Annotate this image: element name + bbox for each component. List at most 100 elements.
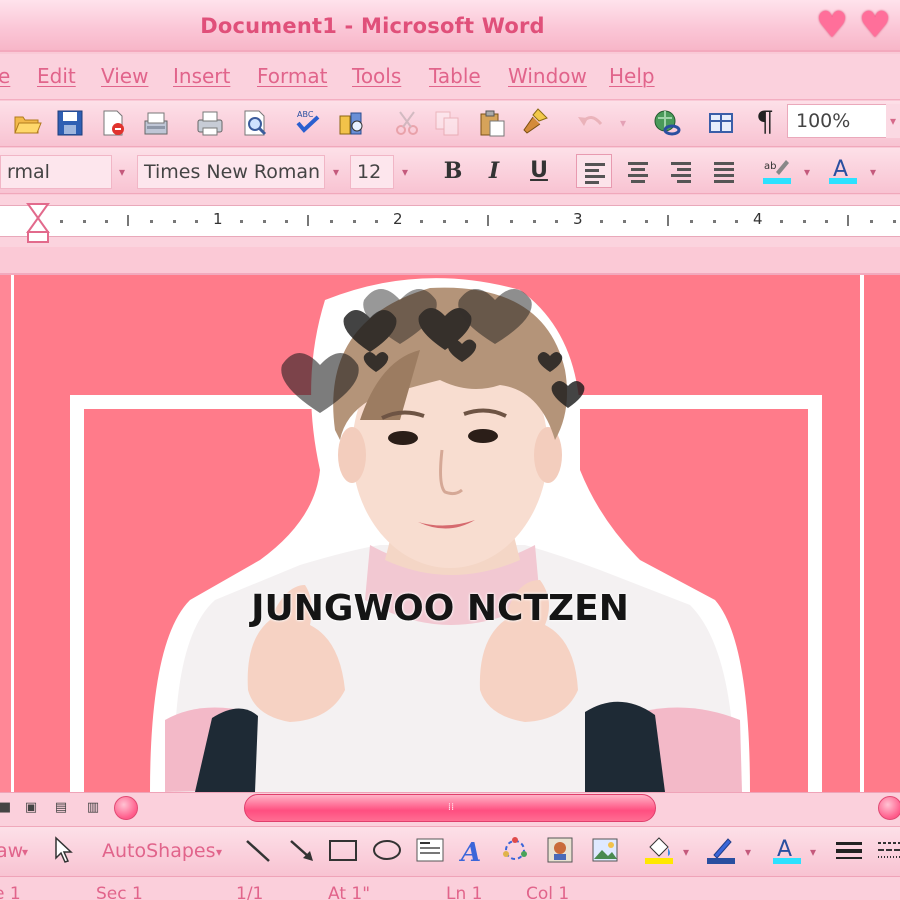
normal-view-icon[interactable]: ■ xyxy=(0,797,16,819)
menu-table[interactable]: Table xyxy=(429,64,481,88)
chevron-down-icon[interactable]: ▾ xyxy=(797,155,817,189)
chevron-down-icon[interactable]: ▾ xyxy=(863,155,883,189)
oval-icon[interactable] xyxy=(372,835,402,865)
reading-layout-icon[interactable]: ▥ xyxy=(82,797,104,819)
line-color-icon[interactable] xyxy=(706,835,736,865)
autoshapes-menu[interactable]: AutoShapes xyxy=(102,840,216,862)
format-painter-icon[interactable] xyxy=(520,106,550,136)
font-color-icon[interactable]: A xyxy=(772,835,802,865)
align-right-button[interactable] xyxy=(663,154,699,188)
paste-icon[interactable] xyxy=(477,108,507,138)
overlay-caption: JUNGWOO NCTZEN xyxy=(251,588,629,629)
chevron-down-icon[interactable]: ▾ xyxy=(810,845,816,859)
ruler[interactable] xyxy=(0,205,900,237)
ruler-label: 4 xyxy=(753,210,763,228)
ruler-dot xyxy=(533,220,536,223)
svg-text:ABC: ABC xyxy=(297,110,314,119)
pilcrow-icon[interactable]: ¶ xyxy=(750,104,780,138)
undo-icon[interactable] xyxy=(575,108,605,138)
chevron-down-icon[interactable]: ▾ xyxy=(395,155,415,189)
select-objects-icon[interactable] xyxy=(50,835,80,865)
line-style-icon[interactable] xyxy=(834,835,864,865)
ruler-dot xyxy=(645,220,648,223)
chevron-down-icon[interactable]: ▾ xyxy=(745,845,751,859)
scroll-right-button[interactable] xyxy=(878,796,900,820)
highlight-icon[interactable]: ab xyxy=(762,156,792,186)
fill-color-icon[interactable] xyxy=(644,835,674,865)
ruler-dot xyxy=(60,220,63,223)
wordart-icon[interactable]: A xyxy=(458,835,488,868)
justify-button[interactable] xyxy=(706,154,742,188)
menu-file[interactable]: e xyxy=(0,64,10,88)
menu-tools[interactable]: Tools xyxy=(352,64,401,88)
menu-edit[interactable]: Edit xyxy=(37,64,76,88)
print-preview-icon[interactable] xyxy=(240,108,270,138)
ruler-dot xyxy=(173,220,176,223)
save-icon[interactable] xyxy=(55,108,85,138)
heart-icon[interactable]: ♥ xyxy=(855,6,895,46)
menu-view[interactable]: View xyxy=(101,64,148,88)
underline-button[interactable]: U xyxy=(523,154,555,188)
chevron-down-icon[interactable]: ▾ xyxy=(683,845,689,859)
ruler-dot xyxy=(465,220,468,223)
ruler-dot xyxy=(150,220,153,223)
ruler-tick xyxy=(307,215,309,226)
page-edge-left xyxy=(0,275,14,792)
font-color-icon[interactable]: A xyxy=(828,156,858,186)
font-field[interactable]: Times New Roman xyxy=(137,155,325,189)
print-icon[interactable] xyxy=(195,108,225,138)
menu-format[interactable]: Format xyxy=(257,64,327,88)
text-box-icon[interactable] xyxy=(415,835,445,865)
copy-icon[interactable] xyxy=(432,108,462,138)
status-pages: 1/1 xyxy=(236,884,264,900)
hyperlink-icon[interactable] xyxy=(652,108,682,138)
open-folder-icon[interactable] xyxy=(12,108,42,138)
align-center-button[interactable] xyxy=(620,154,656,188)
zoom-field[interactable]: 100% xyxy=(787,104,887,138)
chevron-down-icon[interactable]: ▾ xyxy=(22,845,28,859)
bold-button[interactable]: B xyxy=(437,154,469,188)
scroll-left-button[interactable] xyxy=(114,796,138,820)
chevron-down-icon[interactable]: ▾ xyxy=(112,155,132,189)
draw-menu[interactable]: aw xyxy=(0,840,23,862)
svg-text:ab: ab xyxy=(764,161,776,172)
menu-help[interactable]: Help xyxy=(609,64,655,88)
menu-insert[interactable]: Insert xyxy=(173,64,230,88)
insert-picture-icon[interactable] xyxy=(590,835,620,865)
permission-icon[interactable] xyxy=(98,108,128,138)
italic-button[interactable]: I xyxy=(478,154,510,188)
clip-art-icon[interactable] xyxy=(545,835,575,865)
chevron-down-icon[interactable]: ▾ xyxy=(886,104,900,138)
print-layout-icon[interactable]: ▤ xyxy=(50,797,72,819)
grip-icon: ⁞⁞ xyxy=(447,802,455,813)
rectangle-icon[interactable] xyxy=(328,835,358,865)
align-left-button[interactable] xyxy=(576,154,612,188)
ruler-dot xyxy=(353,220,356,223)
menu-window[interactable]: Window xyxy=(508,64,587,88)
ruler-label: 2 xyxy=(393,210,403,228)
line-icon[interactable] xyxy=(243,835,273,865)
chevron-down-icon[interactable]: ▾ xyxy=(216,845,222,859)
heart-icon[interactable]: ♥ xyxy=(812,6,852,46)
research-icon[interactable] xyxy=(337,108,367,138)
font-size-field[interactable]: 12 xyxy=(350,155,394,189)
spelling-icon[interactable]: ABC xyxy=(293,106,323,136)
ruler-dot xyxy=(690,220,693,223)
tables-borders-icon[interactable] xyxy=(706,108,736,138)
style-field[interactable]: rmal xyxy=(0,155,112,189)
ruler-dot xyxy=(105,220,108,223)
cut-icon[interactable] xyxy=(392,108,422,138)
indent-marker-icon[interactable] xyxy=(26,202,50,244)
chevron-down-icon[interactable]: ▾ xyxy=(326,155,346,189)
status-page: e 1 xyxy=(0,884,21,900)
ruler-dot xyxy=(263,220,266,223)
arrow-icon[interactable] xyxy=(287,835,317,865)
email-icon[interactable] xyxy=(141,108,171,138)
ruler-label: 3 xyxy=(573,210,583,228)
ruler-dot xyxy=(600,220,603,223)
diagram-icon[interactable] xyxy=(500,835,530,865)
ruler-dot xyxy=(240,220,243,223)
undo-dropdown-icon[interactable]: ▾ xyxy=(616,108,630,138)
web-layout-icon[interactable]: ▣ xyxy=(20,797,42,819)
dash-style-icon[interactable] xyxy=(876,835,900,865)
